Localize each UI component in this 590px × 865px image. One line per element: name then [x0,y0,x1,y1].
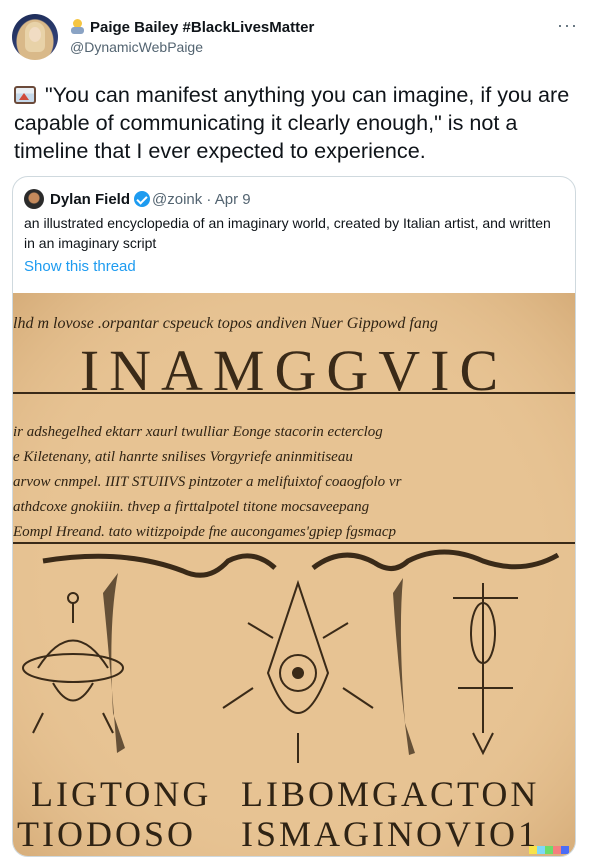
verified-badge-icon [134,191,151,207]
generated-image-watermark [529,846,569,854]
author-avatar[interactable] [12,14,58,60]
script-line-4: athdcoxe gnokiiin. thvep a firttalpotel … [13,499,370,515]
caption-right-2: ISMAGINOVIO1 [241,814,539,854]
quote-date: Apr 9 [214,191,251,208]
framed-picture-emoji-icon [14,86,36,104]
author-name-text: Paige Bailey #BlackLivesMatter [90,19,315,36]
tweet-text: "You can manifest anything you can imagi… [14,81,580,165]
quote-author-name-text: Dylan Field [50,191,131,208]
quote-author-avatar [24,189,44,209]
tweet-text-content: "You can manifest anything you can imagi… [14,82,570,163]
script-line-5: Eompl Hreand. tato witizpoipde fne aucon… [13,524,397,540]
script-line-1: ir adshegelhed ektarr xaurl twulliar Eon… [13,424,383,440]
author-display-name[interactable]: Paige Bailey #BlackLivesMatter [70,19,314,37]
quote-author-name: Dylan Field [50,191,151,209]
meta-separator: · [206,191,212,208]
script-title: INAMGGVIC [79,338,509,403]
script-header-line: lhd m lovose .orpantar cspeuck topos and… [13,315,438,332]
encyclopedia-illustration[interactable]: lhd m lovose .orpantar cspeuck topos and… [13,293,575,856]
caption-right-1: LIBOMGACTON [241,774,540,814]
quote-meta: @zoink · Apr 9 [152,191,251,209]
more-dots-icon[interactable]: ··· [557,16,578,34]
author-handle[interactable]: @DynamicWebPaige [70,39,203,56]
script-line-2: e Kiletenany, atil hanrte snilises Vorgy… [13,449,353,465]
caption-left-1: LIGTONG [31,774,212,814]
avatar-face [29,27,41,42]
quote-text: an illustrated encyclopedia of an imagin… [24,215,551,251]
quoted-tweet[interactable]: Dylan Field @zoink · Apr 9 an illustrate… [12,176,576,857]
show-thread-link[interactable]: Show this thread [24,258,136,276]
tweet: Paige Bailey #BlackLivesMatter @DynamicW… [0,0,590,865]
script-line-3: arvow cnmpel. IIIT STUIIVS pintzoter a m… [13,474,402,490]
caption-left-2: TIODOSO [17,814,196,854]
person-laptop-emoji-icon [70,19,85,34]
quote-author-handle: @zoink [152,191,203,208]
